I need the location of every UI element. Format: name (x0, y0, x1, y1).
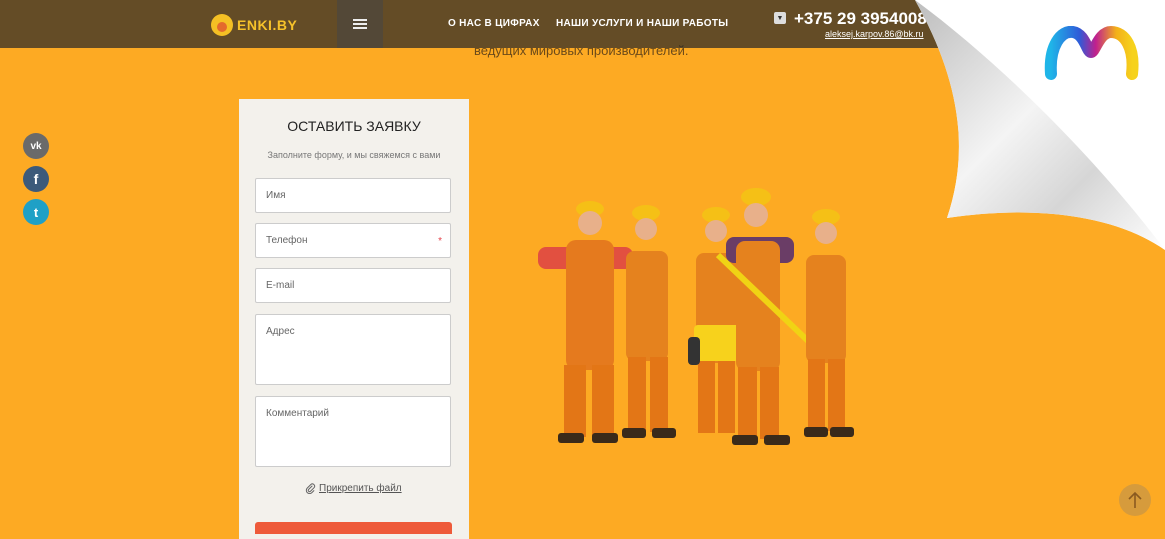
site-logo[interactable]: ENKI.BY (211, 12, 297, 38)
nav-about-numbers[interactable]: О НАС В ЦИФРАХ (448, 18, 540, 29)
phone-dropdown-button[interactable]: ▼ (774, 12, 786, 24)
name-placeholder: Имя (266, 190, 286, 201)
phone-number[interactable]: +375 29 3954008 (794, 9, 927, 29)
scroll-to-top-button[interactable] (1119, 484, 1151, 516)
brand-m-logo (1044, 26, 1139, 80)
arrow-up-icon (1128, 491, 1142, 508)
logo-text: ENKI.BY (237, 17, 298, 33)
facebook-icon: f (33, 171, 39, 187)
attach-file-link[interactable]: Прикрепить файл (305, 483, 402, 494)
address-textarea[interactable]: Адрес (255, 314, 451, 385)
workers-group-image (538, 188, 854, 445)
vk-button[interactable]: vk (23, 133, 49, 159)
email-input[interactable]: E-mail (255, 268, 451, 303)
logo-worker-icon (211, 14, 233, 36)
comment-placeholder: Комментарий (266, 408, 329, 419)
contact-block: ▼ +375 29 3954008 aleksej.karpov.86@bk.r… (774, 9, 927, 43)
phone-input[interactable]: Телефон * (255, 223, 451, 258)
form-title: ОСТАВИТЬ ЗАЯВКУ (287, 118, 421, 134)
nav-services-works[interactable]: НАШИ УСЛУГИ И НАШИ РАБОТЫ (556, 18, 728, 29)
email-link[interactable]: aleksej.karpov.86@bk.ru (825, 29, 924, 39)
paperclip-icon (305, 483, 316, 494)
email-placeholder: E-mail (266, 280, 295, 291)
required-mark: * (438, 236, 442, 247)
chevron-down-icon: ▼ (776, 14, 784, 22)
submit-button[interactable] (255, 522, 452, 534)
hamburger-icon (353, 19, 367, 29)
attach-file-label: Прикрепить файл (319, 483, 402, 494)
address-placeholder: Адрес (266, 326, 295, 337)
facebook-button[interactable]: f (23, 166, 49, 192)
twitter-icon: t (33, 204, 39, 220)
twitter-button[interactable]: t (23, 199, 49, 225)
vk-icon: vk (30, 140, 42, 152)
phone-placeholder: Телефон (266, 235, 308, 246)
comment-textarea[interactable]: Комментарий (255, 396, 451, 467)
name-input[interactable]: Имя (255, 178, 451, 213)
form-subtitle: Заполните форму, и мы свяжемся с вами (267, 150, 441, 160)
menu-button[interactable] (337, 0, 383, 48)
